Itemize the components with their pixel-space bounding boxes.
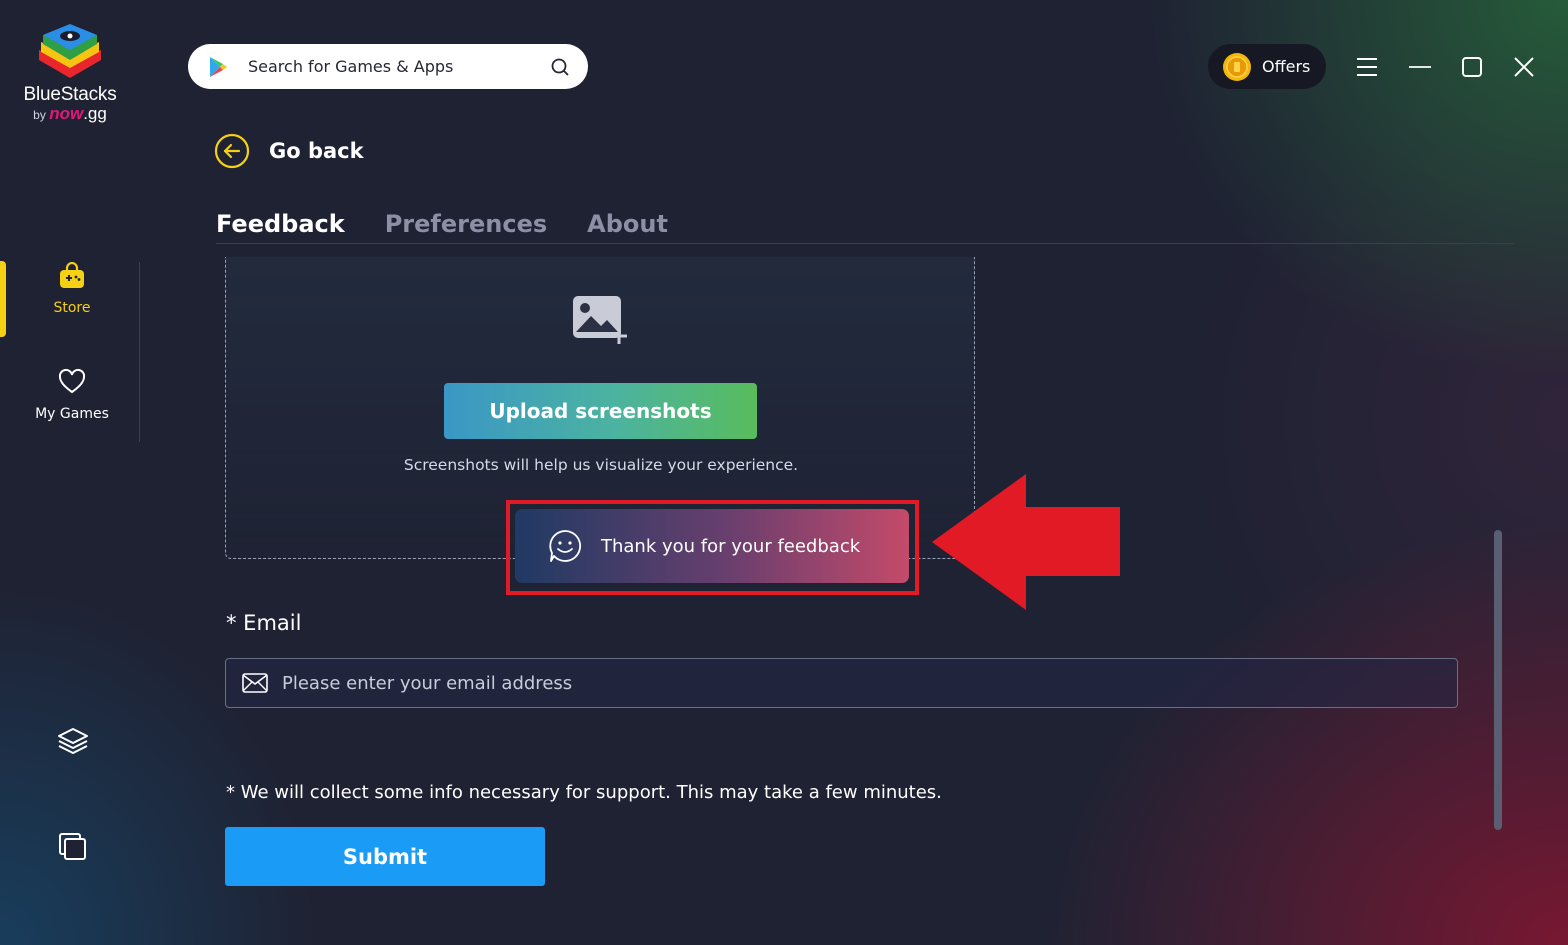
heart-icon <box>58 368 86 394</box>
bluestacks-logo[interactable]: BlueStacks by now.gg <box>22 20 118 124</box>
upload-hint: Screenshots will help us visualize your … <box>403 456 799 474</box>
google-play-icon <box>210 56 227 77</box>
brand-by-text: by <box>33 108 46 122</box>
offers-button[interactable]: Offers <box>1208 44 1326 89</box>
layers-icon[interactable] <box>56 725 90 759</box>
tabs-divider <box>216 243 1514 244</box>
email-input[interactable] <box>282 672 1457 694</box>
brand-byline: by now.gg <box>22 104 118 124</box>
submit-button[interactable]: Submit <box>225 827 545 886</box>
brand-name: BlueStacks <box>23 84 117 105</box>
go-back-label: Go back <box>269 139 364 163</box>
pointer-arrow-icon <box>932 474 1120 610</box>
upload-screenshots-button[interactable]: Upload screenshots <box>444 383 757 439</box>
go-back-button[interactable]: Go back <box>214 133 364 169</box>
multi-instance-icon[interactable] <box>56 830 90 864</box>
sidebar-item-store[interactable]: Store <box>10 262 134 316</box>
sidebar-item-label: Store <box>53 300 91 316</box>
bluestacks-logo-icon <box>39 24 101 78</box>
scrollbar[interactable] <box>1494 530 1502 830</box>
sidebar-item-my-games[interactable]: My Games <box>10 368 134 422</box>
email-field[interactable] <box>225 658 1458 708</box>
tab-feedback[interactable]: Feedback <box>216 210 345 238</box>
tab-about[interactable]: About <box>587 210 668 238</box>
search-icon[interactable] <box>550 57 570 77</box>
search-bar[interactable]: Search for Games & Apps <box>188 44 588 89</box>
settings-tabs: Feedback Preferences About <box>216 210 708 238</box>
close-icon[interactable] <box>1509 52 1539 82</box>
sidebar-divider <box>139 262 140 442</box>
store-bag-icon <box>60 262 84 288</box>
menu-icon[interactable] <box>1352 52 1382 82</box>
sidebar-item-label: My Games <box>35 406 109 422</box>
active-nav-indicator <box>0 261 6 337</box>
sidebar: BlueStacks by now.gg Store My Games <box>0 0 140 945</box>
add-image-icon <box>573 296 627 344</box>
highlight-box <box>506 500 919 595</box>
brand-now-text: now <box>49 104 84 123</box>
email-label: * Email <box>226 611 302 635</box>
offers-label: Offers <box>1262 57 1311 76</box>
coin-icon <box>1223 52 1251 81</box>
brand-gg-text: .gg <box>83 104 107 123</box>
support-info-note: * We will collect some info necessary fo… <box>226 782 942 803</box>
minimize-icon[interactable] <box>1405 52 1435 82</box>
tab-preferences[interactable]: Preferences <box>385 210 547 238</box>
search-input[interactable]: Search for Games & Apps <box>248 57 550 76</box>
back-arrow-icon <box>214 133 250 169</box>
maximize-icon[interactable] <box>1457 52 1487 82</box>
mail-icon <box>242 673 268 693</box>
